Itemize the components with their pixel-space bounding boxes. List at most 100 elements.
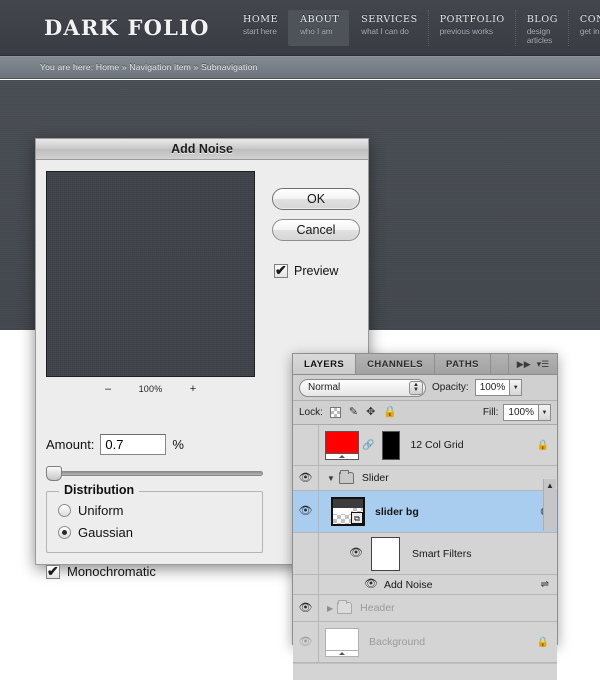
zoom-out-button[interactable]: – — [104, 383, 113, 395]
site-logo: DARK FOLIO — [44, 15, 210, 40]
nav-item-services[interactable]: SERVICES what I can do — [349, 10, 427, 46]
layer-row-header-group[interactable]: 👁 ▶ Header — [293, 595, 557, 622]
blend-mode-row: Normal ▲ ▼ Opacity: 100% ▼ — [293, 375, 557, 401]
layer-visibility-toggle[interactable]: 👁 — [293, 466, 319, 490]
eye-icon[interactable]: 👁 — [299, 636, 313, 648]
zoom-in-button[interactable]: + — [188, 383, 197, 395]
layer-row-add-noise[interactable]: 👁 Add Noise ⇌ — [293, 575, 557, 595]
smart-object-thumbnail[interactable]: ⧉ — [331, 497, 365, 526]
fill-input[interactable]: 100% — [503, 404, 539, 421]
breadcrumb-bar: You are here: Home » Navigation item » S… — [0, 56, 600, 79]
fill-dropdown-icon[interactable]: ▼ — [539, 404, 551, 421]
eye-icon[interactable]: 👁 — [299, 602, 313, 614]
scroll-up-arrow-icon[interactable]: ▲ — [546, 481, 554, 490]
radio-gaussian[interactable]: Gaussian — [58, 525, 133, 540]
radio-uniform-label: Uniform — [78, 503, 124, 518]
radio-uniform-icon[interactable] — [58, 504, 71, 517]
nav-item-blog[interactable]: BLOG design articles — [514, 10, 568, 46]
panel-tab-tools: ▶▶ ▾☰ — [509, 354, 557, 374]
layer-row-slider-bg[interactable]: 👁 ⧉ slider bg ◍ — [293, 491, 557, 533]
layer-thumbnails[interactable] — [319, 627, 359, 657]
fill-label: Fill: — [482, 407, 499, 418]
tab-layers[interactable]: LAYERS — [293, 354, 357, 374]
mask-link-icon[interactable]: 🔗 — [359, 440, 377, 451]
nav-item-subtitle: design articles — [526, 27, 553, 45]
layer-row-slider-group[interactable]: 👁 ▼ Slider — [293, 466, 557, 491]
thumbnail-base — [326, 452, 358, 459]
smart-filter-mask-thumbnail[interactable] — [370, 536, 400, 571]
eye-icon[interactable]: 👁 — [299, 506, 313, 517]
amount-slider[interactable] — [46, 465, 263, 481]
layer-thumbnails[interactable]: ⧉ — [319, 497, 365, 526]
layer-mask-thumbnail[interactable] — [382, 430, 401, 460]
layer-visibility-toggle[interactable] — [293, 425, 319, 465]
nav-item-home[interactable]: HOME start here — [232, 10, 288, 46]
site-header: DARK FOLIO HOME start here ABOUT who I a… — [0, 0, 600, 56]
panel-bottom-bar — [293, 663, 557, 680]
layer-name: Background — [369, 636, 426, 648]
nav-item-title: BLOG — [526, 14, 558, 25]
lock-row: Lock: ✎ ✥ 🔒 Fill: 100% ▼ — [293, 401, 557, 425]
layer-row-smart-filters[interactable]: 👁 Smart Filters — [293, 533, 557, 575]
nav-item-subtitle: start here — [243, 27, 277, 36]
eye-icon[interactable]: 👁 — [349, 548, 363, 559]
amount-slider-track[interactable] — [49, 471, 263, 476]
blend-mode-value: Normal — [308, 382, 341, 393]
tab-channels[interactable]: CHANNELS — [356, 354, 436, 374]
breadcrumb[interactable]: You are here: Home » Navigation item » S… — [40, 62, 258, 72]
amount-input[interactable]: 0.7 — [100, 434, 167, 455]
nav-item-portfolio[interactable]: PORTFOLIO previous works — [427, 10, 515, 46]
noise-preview-thumbnail[interactable] — [46, 171, 255, 377]
collapse-panel-icon[interactable]: ▶▶ — [517, 359, 531, 369]
chevron-down-icon[interactable]: ▼ — [321, 474, 339, 483]
preview-checkbox-icon[interactable] — [274, 262, 288, 278]
amount-row: Amount: 0.7 % — [46, 434, 184, 455]
preview-zoom-controls: – 100% + — [46, 381, 255, 397]
blend-mode-stepper-icon[interactable]: ▲ ▼ — [409, 380, 423, 395]
layer-list: 🔗 12 Col Grid 🔒 👁 ▼ Slider 👁 ⧉ slider bg… — [293, 425, 557, 663]
lock-all-icon[interactable]: 🔒 — [383, 407, 397, 418]
preview-checkbox-row[interactable]: Preview — [274, 262, 339, 278]
dialog-titlebar[interactable]: Add Noise — [36, 139, 368, 160]
monochromatic-checkbox-row[interactable]: Monochromatic — [46, 563, 156, 579]
monochromatic-checkbox-icon[interactable] — [46, 563, 60, 579]
layer-row-12-col-grid[interactable]: 🔗 12 Col Grid 🔒 — [293, 425, 557, 466]
radio-gaussian-icon[interactable] — [58, 526, 71, 539]
nav-item-contact[interactable]: CONTACT get in touch — [567, 10, 600, 46]
layer-thumbnail-white[interactable] — [325, 627, 359, 657]
eye-icon[interactable]: 👁 — [299, 472, 313, 484]
ok-button[interactable]: OK — [272, 188, 360, 210]
eye-icon[interactable]: 👁 — [364, 579, 378, 590]
nav-item-title: PORTFOLIO — [439, 14, 505, 25]
chevron-right-icon[interactable]: ▶ — [321, 604, 337, 613]
layer-thumbnails[interactable]: 🔗 — [319, 430, 401, 460]
layer-list-scrollbar[interactable]: ▲ — [543, 479, 556, 531]
nav-item-about[interactable]: ABOUT who I am — [288, 10, 350, 46]
add-noise-row-left: 👁 — [319, 579, 378, 590]
group-disclosure[interactable]: ▶ — [319, 600, 353, 614]
layer-visibility-toggle[interactable]: 👁 — [293, 491, 319, 532]
nav-item-subtitle: previous works — [439, 27, 494, 36]
group-disclosure[interactable]: ▼ — [319, 470, 354, 484]
radio-uniform[interactable]: Uniform — [58, 503, 124, 518]
filter-settings-icon[interactable]: ⇌ — [541, 579, 557, 590]
layer-visibility-toggle[interactable]: 👁 — [293, 622, 319, 662]
blend-mode-select[interactable]: Normal ▲ ▼ — [299, 378, 426, 397]
panel-tabs: LAYERS CHANNELS PATHS ▶▶ ▾☰ — [293, 354, 557, 375]
opacity-input[interactable]: 100% — [474, 379, 511, 396]
thumbnail-mid-band — [333, 508, 351, 514]
layer-thumbnail-red[interactable] — [325, 430, 359, 460]
lock-transparent-pixels-icon[interactable] — [329, 407, 341, 418]
layer-row-background[interactable]: 👁 Background 🔒 — [293, 622, 557, 663]
panel-menu-icon[interactable]: ▾☰ — [537, 359, 550, 369]
dialog-buttons: OK Cancel — [272, 188, 360, 250]
layer-visibility-toggle[interactable]: 👁 — [293, 595, 319, 621]
preview-label: Preview — [294, 264, 339, 278]
lock-image-pixels-brush-icon[interactable]: ✎ — [349, 407, 358, 418]
lock-position-move-icon[interactable]: ✥ — [366, 407, 375, 418]
cancel-button[interactable]: Cancel — [272, 219, 360, 241]
opacity-dropdown-icon[interactable]: ▼ — [510, 379, 523, 396]
layer-visibility-spacer — [293, 575, 319, 594]
tab-paths[interactable]: PATHS — [435, 354, 491, 374]
amount-slider-thumb[interactable] — [46, 466, 62, 481]
